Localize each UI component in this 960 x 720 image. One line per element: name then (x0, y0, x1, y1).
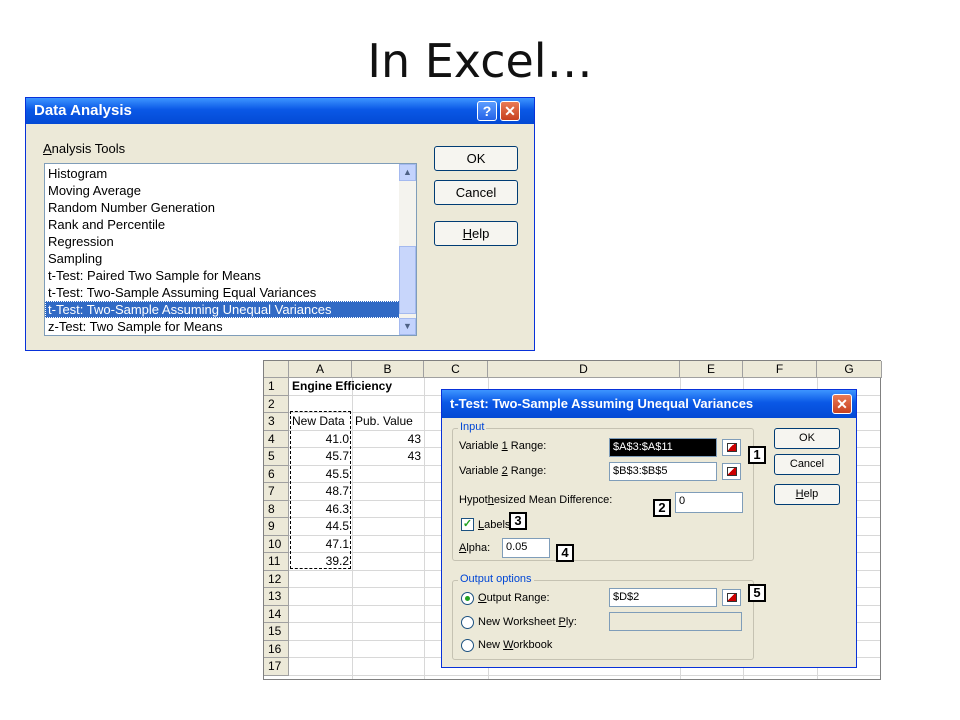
column-header[interactable]: A (289, 361, 352, 378)
row-header[interactable]: 9 (264, 518, 289, 536)
grid-line (289, 674, 880, 676)
row-header[interactable]: 14 (264, 605, 289, 623)
ttest-ok-button[interactable]: OK (774, 428, 840, 449)
ttest-title: t-Test: Two-Sample Assuming Unequal Vari… (450, 396, 754, 411)
close-icon[interactable]: ✕ (500, 101, 520, 121)
output-range-input[interactable]: $D$2 (609, 588, 717, 607)
ttest-help-button[interactable]: Help (774, 484, 840, 505)
variable-2-input[interactable]: $B$3:$B$5 (609, 462, 717, 481)
cell[interactable]: 43 (352, 431, 421, 448)
range-select-icon[interactable] (722, 589, 741, 606)
variable-1-label: Variable 1 Range: (459, 440, 547, 452)
row-header[interactable]: 8 (264, 500, 289, 518)
column-header[interactable]: B (352, 361, 424, 378)
row-header[interactable]: 7 (264, 483, 289, 501)
output-range-label: Output Range: (478, 592, 550, 604)
row-header[interactable]: 11 (264, 553, 289, 571)
ttest-cancel-button[interactable]: Cancel (774, 454, 840, 475)
cell[interactable]: Engine Efficiency (292, 378, 442, 395)
selection-marquee (290, 411, 351, 569)
row-header[interactable]: 13 (264, 588, 289, 606)
labels-checkbox[interactable]: ✓ (461, 518, 474, 531)
list-item[interactable]: t-Test: Two-Sample Assuming Equal Varian… (45, 284, 400, 301)
variable-1-input[interactable]: $A$3:$A$11 (609, 438, 717, 457)
data-analysis-titlebar[interactable]: Data Analysis (26, 98, 534, 124)
grid-line (352, 378, 353, 679)
callout-4: 4 (556, 544, 574, 562)
row-header[interactable]: 5 (264, 448, 289, 466)
list-item[interactable]: t-Test: Paired Two Sample for Means (45, 267, 400, 284)
new-workbook-label: New Workbook (478, 639, 553, 651)
data-analysis-dialog: Data Analysis ? ✕ Analysis Tools Histogr… (25, 97, 535, 351)
callout-3: 3 (509, 512, 527, 530)
analysis-tools-list[interactable]: Histogram Moving Average Random Number Gen… (44, 163, 417, 336)
new-worksheet-input[interactable] (609, 612, 742, 631)
column-header[interactable]: E (680, 361, 743, 378)
help-icon[interactable]: ? (477, 101, 497, 121)
cell[interactable]: Pub. Value (355, 413, 423, 430)
select-all-corner[interactable] (264, 361, 289, 378)
ttest-dialog: t-Test: Two-Sample Assuming Unequal Vari… (441, 389, 857, 668)
ok-button[interactable]: OK (434, 146, 518, 171)
row-header[interactable]: 10 (264, 535, 289, 553)
new-worksheet-label: New Worksheet Ply: (478, 616, 577, 628)
output-options-label: Output options (458, 573, 534, 585)
list-item[interactable]: Sampling (45, 250, 400, 267)
hypothesized-mean-label: Hypothesized Mean Difference: (459, 494, 613, 506)
row-header[interactable]: 16 (264, 640, 289, 658)
list-item[interactable]: t-Test: Two-Sample Assuming Unequal Vari… (45, 301, 400, 318)
range-select-icon[interactable] (722, 439, 741, 456)
callout-2: 2 (653, 499, 671, 517)
cancel-button[interactable]: Cancel (434, 180, 518, 205)
help-button[interactable]: Help (434, 221, 518, 246)
list-item[interactable]: z-Test: Two Sample for Means (45, 318, 400, 335)
row-header[interactable]: 2 (264, 395, 289, 413)
list-item[interactable]: Moving Average (45, 182, 400, 199)
data-analysis-title: Data Analysis (34, 102, 132, 119)
column-header[interactable]: F (743, 361, 817, 378)
cell[interactable]: 43 (352, 448, 421, 465)
alpha-label: Alpha: (459, 542, 491, 554)
callout-1: 1 (748, 446, 766, 464)
row-header[interactable]: 12 (264, 570, 289, 588)
grid-line (424, 378, 425, 679)
labels-label: Labels (478, 519, 511, 531)
scroll-thumb[interactable] (399, 246, 416, 314)
scroll-up-icon[interactable]: ▲ (399, 164, 416, 181)
list-item[interactable]: Regression (45, 233, 400, 250)
hypothesized-mean-input[interactable]: 0 (675, 492, 743, 513)
input-group-label: Input (458, 421, 487, 433)
alpha-input[interactable]: 0.05 (502, 538, 550, 558)
list-scrollbar[interactable]: ▲ ▼ (399, 164, 416, 335)
row-header[interactable]: 3 (264, 413, 289, 431)
row-header[interactable]: 1 (264, 378, 289, 396)
ttest-titlebar[interactable]: t-Test: Two-Sample Assuming Unequal Vari… (442, 390, 856, 418)
scroll-down-icon[interactable]: ▼ (399, 318, 416, 335)
output-range-radio[interactable] (461, 592, 474, 605)
list-item[interactable]: Random Number Generation (45, 199, 400, 216)
new-worksheet-radio[interactable] (461, 616, 474, 629)
variable-2-label: Variable 2 Range: (459, 465, 547, 477)
row-header[interactable]: 4 (264, 430, 289, 448)
row-header[interactable]: 17 (264, 658, 289, 676)
row-header[interactable]: 6 (264, 465, 289, 483)
callout-5: 5 (748, 584, 766, 602)
list-item[interactable]: Rank and Percentile (45, 216, 400, 233)
row-header[interactable]: 15 (264, 623, 289, 641)
column-header[interactable]: C (424, 361, 488, 378)
close-icon[interactable]: ✕ (832, 394, 852, 414)
list-item[interactable]: Histogram (45, 165, 400, 182)
new-workbook-radio[interactable] (461, 639, 474, 652)
slide-title: In Excel… (367, 34, 593, 88)
column-header[interactable]: G (817, 361, 882, 378)
column-header[interactable]: D (488, 361, 680, 378)
analysis-tools-label: Analysis Tools (43, 141, 126, 156)
range-select-icon[interactable] (722, 463, 741, 480)
